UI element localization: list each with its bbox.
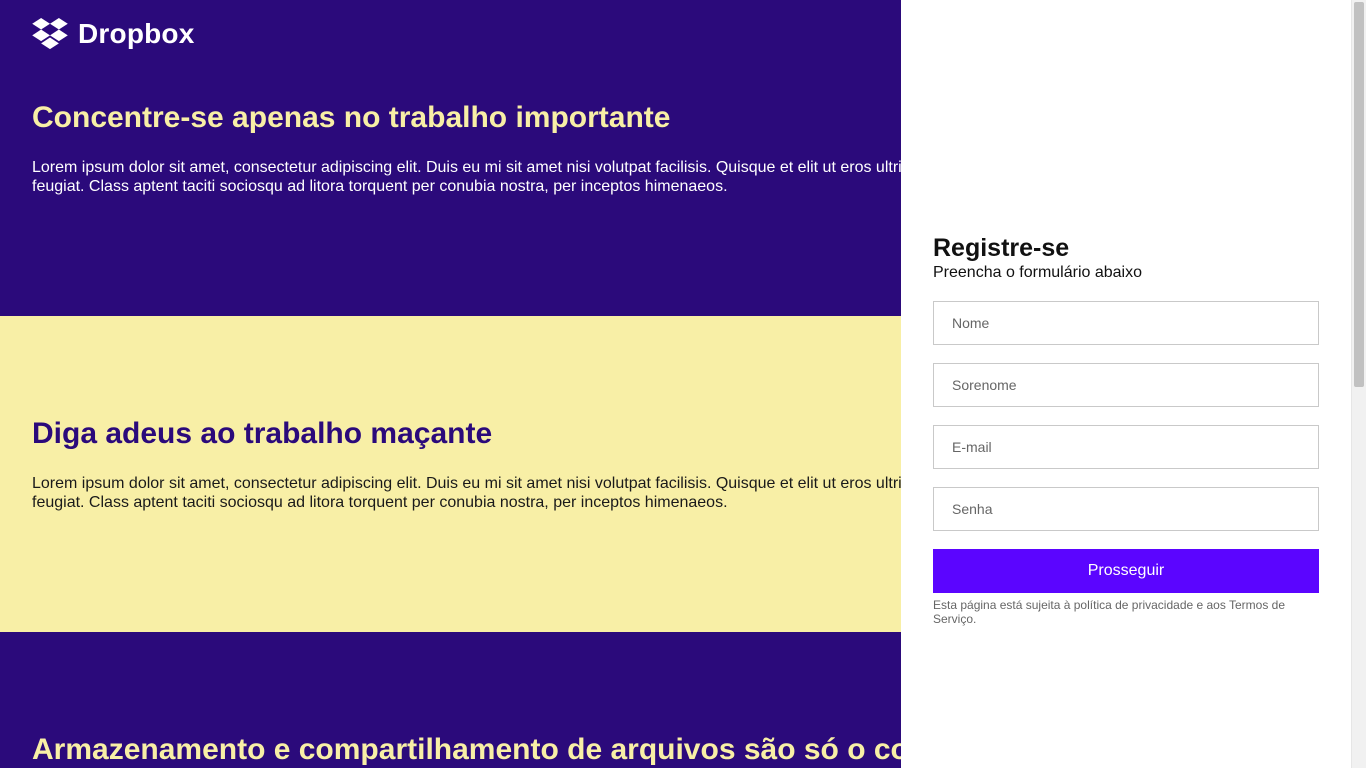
section-text: Lorem ipsum dolor sit amet, consectetur … (32, 475, 901, 511)
section-title: Concentre-se apenas no trabalho importan… (32, 101, 671, 134)
signup-title: Registre-se (933, 234, 1070, 262)
landing-content: Dropbox Concentre-se apenas no trabalho … (0, 0, 901, 768)
continue-button[interactable]: Prosseguir (933, 549, 1319, 593)
terms-notice: Esta página está sujeita à política de p… (933, 598, 1285, 626)
section-text: Lorem ipsum dolor sit amet, consectetur … (32, 159, 901, 195)
signup-panel: Registre-se Preencha o formulário abaixo… (901, 0, 1351, 768)
dropbox-logo-icon[interactable] (32, 18, 68, 50)
brand-name[interactable]: Dropbox (78, 18, 195, 50)
page-scrollbar[interactable] (1351, 0, 1366, 768)
hero-section: Dropbox Concentre-se apenas no trabalho … (0, 0, 901, 316)
signup-subtitle: Preencha o formulário abaixo (933, 264, 1143, 281)
storage-section: Armazenamento e compartilhamento de arqu… (0, 632, 901, 768)
scrollbar-thumb[interactable] (1354, 2, 1364, 387)
first-name-field[interactable] (933, 301, 1319, 345)
section-title: Diga adeus ao trabalho maçante (32, 417, 493, 450)
last-name-field[interactable] (933, 363, 1319, 407)
email-field[interactable] (933, 425, 1319, 469)
section-title: Armazenamento e compartilhamento de arqu… (32, 733, 901, 766)
site-header: Dropbox (32, 14, 195, 54)
password-field[interactable] (933, 487, 1319, 531)
feature-section: Diga adeus ao trabalho maçante Lorem ips… (0, 316, 901, 632)
